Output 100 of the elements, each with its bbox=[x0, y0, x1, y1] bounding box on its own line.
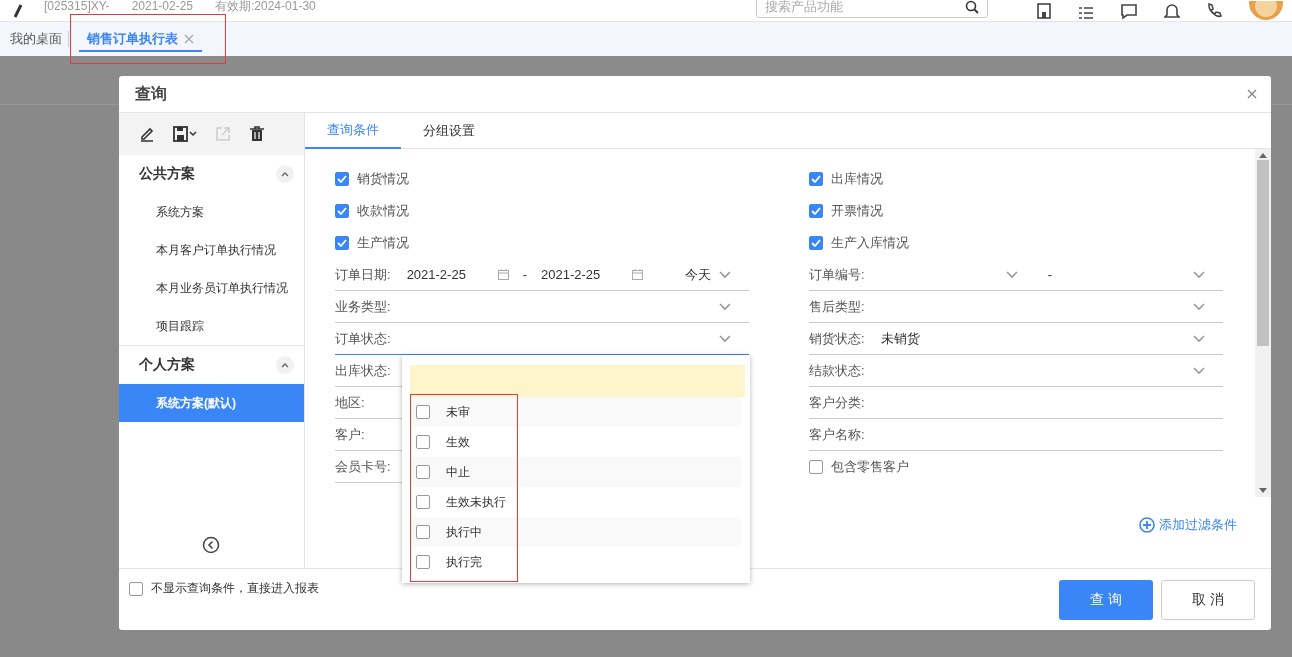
text-field[interactable]: 客户名称: bbox=[809, 419, 1223, 451]
range-separator: - bbox=[522, 267, 527, 282]
select-field[interactable]: 销货状态: 未销货 bbox=[809, 323, 1223, 355]
date-value: 2021-2-25 bbox=[406, 267, 466, 282]
option-label[interactable]: 中止 bbox=[446, 463, 470, 481]
phone-icon[interactable] bbox=[1206, 2, 1222, 20]
close-icon[interactable] bbox=[184, 34, 194, 44]
checkbox[interactable] bbox=[809, 172, 823, 186]
section-title: 公共方案 bbox=[139, 165, 195, 183]
chevron-down-icon[interactable] bbox=[1193, 302, 1205, 311]
home-icon[interactable] bbox=[1036, 2, 1052, 20]
calendar-icon[interactable] bbox=[497, 269, 509, 280]
option-label[interactable]: 生效未执行 bbox=[446, 493, 506, 511]
scheme-item[interactable]: 系统方案 bbox=[119, 193, 304, 231]
field-label: 会员卡号: bbox=[335, 457, 391, 476]
scheme-item[interactable]: 项目跟踪 bbox=[119, 307, 304, 345]
query-tab[interactable]: 查询条件 bbox=[305, 113, 401, 149]
scheme-item[interactable]: 本月业务员订单执行情况 bbox=[119, 269, 304, 307]
checkbox-label: 生产入库情况 bbox=[831, 234, 909, 252]
chevron-down-icon[interactable] bbox=[1005, 270, 1018, 279]
option-label[interactable]: 未审 bbox=[446, 403, 470, 421]
field-label: 地区: bbox=[335, 393, 365, 412]
chevron-up-icon[interactable] bbox=[281, 171, 289, 177]
text-field[interactable]: 客户分类: bbox=[809, 387, 1223, 419]
checkbox[interactable] bbox=[335, 236, 349, 250]
scroll-up-icon[interactable] bbox=[1259, 153, 1267, 158]
checkbox-label: 生产情况 bbox=[357, 234, 409, 252]
close-icon[interactable] bbox=[1247, 89, 1257, 99]
dialog-title: 查询 bbox=[135, 83, 167, 104]
add-circle-icon[interactable] bbox=[1139, 517, 1155, 533]
trash-icon[interactable] bbox=[249, 126, 265, 142]
chevron-up-icon[interactable] bbox=[281, 362, 289, 368]
checkbox-label: 不显示查询条件，直接进入报表 bbox=[151, 580, 319, 597]
scroll-down-icon[interactable] bbox=[1259, 488, 1267, 493]
chevron-down-icon[interactable] bbox=[1193, 366, 1205, 375]
edit-icon[interactable] bbox=[139, 126, 155, 142]
chevron-down-icon[interactable] bbox=[719, 270, 731, 279]
checkbox[interactable] bbox=[335, 172, 349, 186]
query-tab[interactable]: 分组设置 bbox=[401, 113, 497, 149]
checkbox[interactable] bbox=[416, 555, 430, 569]
option-label[interactable]: 执行中 bbox=[446, 523, 482, 541]
select-field[interactable]: 售后类型: bbox=[809, 291, 1223, 323]
checkbox-label: 包含零售客户 bbox=[831, 458, 909, 476]
bell-icon[interactable] bbox=[1164, 2, 1180, 20]
field-label: 客户分类: bbox=[809, 393, 865, 412]
avatar-icon[interactable] bbox=[1248, 1, 1284, 21]
option-label[interactable]: 执行完 bbox=[446, 553, 482, 571]
range-separator: - bbox=[1047, 267, 1052, 282]
dropdown-search-field[interactable] bbox=[410, 365, 745, 397]
scheme-item[interactable]: 系统方案(默认) bbox=[119, 384, 304, 422]
range-select-field[interactable]: 订单编号: - bbox=[809, 259, 1223, 291]
checkbox[interactable] bbox=[809, 204, 823, 218]
add-filter-link[interactable]: 添加过滤条件 bbox=[1139, 516, 1237, 534]
field-label: 订单编号: bbox=[809, 265, 865, 284]
field-label: 结款状态: bbox=[809, 361, 865, 380]
checkbox[interactable] bbox=[335, 204, 349, 218]
checkbox[interactable] bbox=[416, 495, 430, 509]
cancel-button[interactable]: 取 消 bbox=[1161, 579, 1255, 620]
field-label: 客户名称: bbox=[809, 425, 865, 444]
select-field[interactable]: 业务类型: bbox=[335, 291, 749, 323]
checkbox[interactable] bbox=[129, 581, 143, 596]
chevron-down-icon[interactable] bbox=[1193, 270, 1205, 279]
export-icon[interactable] bbox=[215, 126, 231, 142]
date-text: 2021-02-25 bbox=[131, 0, 193, 13]
collapse-button[interactable] bbox=[276, 165, 294, 183]
field-label: 客户: bbox=[335, 425, 365, 444]
checkbox-label: 出库情况 bbox=[831, 170, 883, 188]
checkbox[interactable] bbox=[416, 525, 430, 539]
calendar-icon[interactable] bbox=[632, 269, 643, 280]
scheme-item[interactable]: 本月客户订单执行情况 bbox=[119, 231, 304, 269]
field-label: 售后类型: bbox=[809, 297, 865, 316]
select-field[interactable]: 结款状态: bbox=[809, 355, 1223, 387]
page-tab[interactable]: 我的桌面 bbox=[4, 26, 68, 52]
date-range-field[interactable]: 订单日期: 2021-2-25 - 2021-2-25 今天 bbox=[335, 259, 749, 291]
collapse-button[interactable] bbox=[276, 356, 294, 374]
checkbox[interactable] bbox=[809, 236, 823, 250]
save-icon[interactable] bbox=[173, 126, 197, 142]
message-icon[interactable] bbox=[1120, 2, 1138, 20]
option-label[interactable]: 生效 bbox=[446, 433, 470, 451]
date-value: 2021-2-25 bbox=[541, 267, 601, 282]
checkbox[interactable] bbox=[416, 435, 430, 449]
scrollbar[interactable] bbox=[1255, 149, 1271, 497]
preset-value: 今天 bbox=[685, 265, 711, 284]
checkbox-label: 开票情况 bbox=[831, 202, 883, 220]
checkbox[interactable] bbox=[416, 405, 430, 419]
chevron-down-icon[interactable] bbox=[719, 302, 731, 311]
field-label: 订单状态: bbox=[335, 329, 391, 348]
checkbox[interactable] bbox=[416, 465, 430, 479]
checkbox-label: 销货情况 bbox=[357, 170, 409, 188]
collapse-left-icon[interactable] bbox=[201, 536, 220, 554]
checkbox-label: 收款情况 bbox=[357, 202, 409, 220]
search-icon[interactable] bbox=[965, 0, 979, 14]
expiry-text: 有效期:2024-01-30 bbox=[215, 0, 316, 13]
field-label: 业务类型: bbox=[335, 297, 391, 316]
chevron-down-icon[interactable] bbox=[719, 334, 731, 343]
query-button[interactable]: 查 询 bbox=[1059, 579, 1153, 620]
checkbox[interactable] bbox=[809, 460, 823, 474]
chevron-down-icon[interactable] bbox=[1193, 334, 1205, 343]
section-title: 个人方案 bbox=[139, 356, 195, 374]
field-label: 销货状态: bbox=[809, 329, 865, 348]
